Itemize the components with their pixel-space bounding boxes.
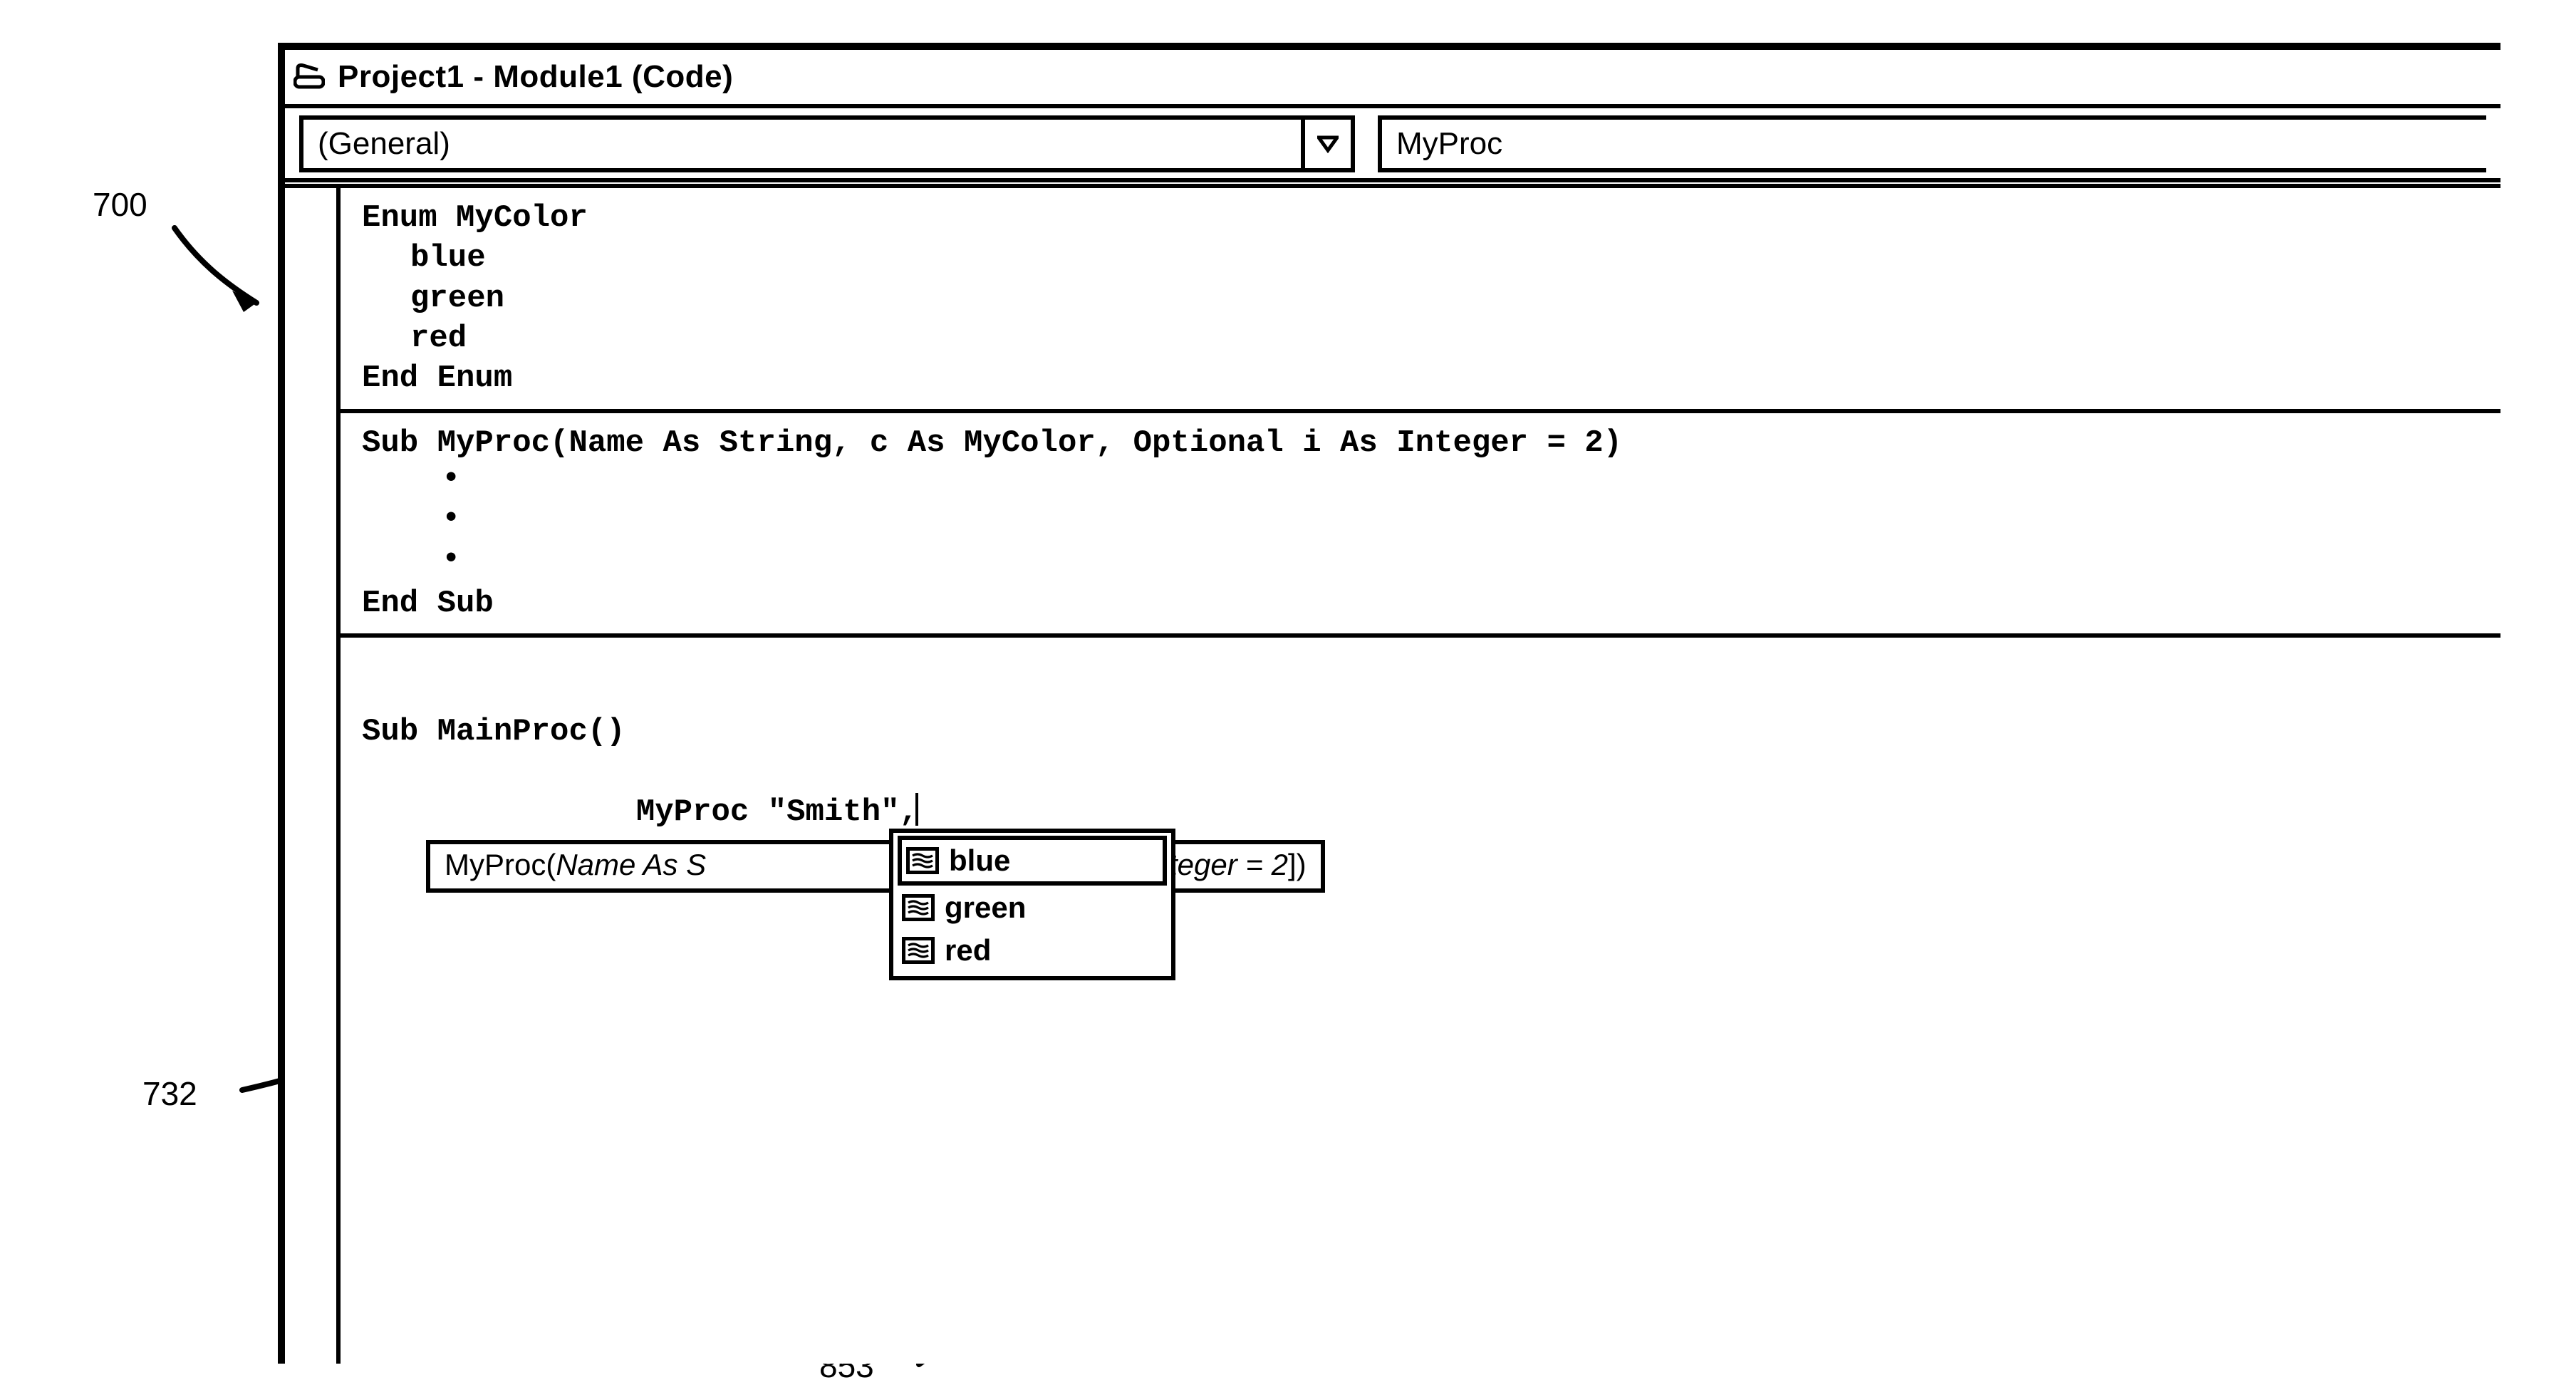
code-line[interactable]: Sub MainProc() [362, 712, 2479, 752]
list-item-label: blue [949, 841, 1010, 880]
code-line[interactable]: • [362, 503, 2479, 543]
list-item-label: green [945, 888, 1026, 927]
content-shell: Enum MyColor blue green red End Enum Sub… [285, 184, 2500, 1364]
system-menu-icon[interactable] [294, 63, 325, 91]
constant-icon [906, 847, 939, 874]
enum-block: Enum MyColor blue green red End Enum [341, 188, 2500, 413]
quickinfo-tooltip: MyProc( Name As S Color , [ i As Integer… [426, 840, 1325, 893]
code-line[interactable]: • [362, 544, 2479, 583]
constant-icon [902, 937, 935, 964]
code-line[interactable]: green [362, 279, 2479, 318]
list-item[interactable]: blue [898, 836, 1167, 886]
titlebar[interactable]: Project1 - Module1 (Code) [285, 50, 2500, 108]
object-combobox-text: (General) [303, 120, 1301, 168]
sub-myproc-block: Sub MyProc(Name As String, c As MyColor,… [341, 413, 2500, 638]
margin-indicator-bar[interactable] [285, 188, 341, 1364]
constant-icon [902, 894, 935, 921]
list-item[interactable]: green [898, 887, 1167, 928]
sub-mainproc-block: Sub MainProc() MyProc "Smith", MyProc( N… [341, 638, 2500, 883]
list-item-label: red [945, 931, 991, 970]
code-line[interactable]: End Enum [362, 358, 2479, 398]
tooltip-close: ]) [1288, 846, 1307, 884]
code-line[interactable]: Sub MyProc(Name As String, c As MyColor,… [362, 423, 2479, 463]
list-item[interactable]: red [898, 930, 1167, 971]
text-caret [915, 793, 918, 826]
code-line[interactable]: blue [362, 238, 2479, 278]
window-title: Project1 - Module1 (Code) [338, 59, 733, 95]
procedure-combobox[interactable]: MyProc [1378, 115, 2486, 172]
code-line[interactable]: red [362, 318, 2479, 358]
code-window: Project1 - Module1 (Code) (General) MyPr… [278, 43, 2500, 1364]
code-line[interactable]: Enum MyColor [362, 198, 2479, 238]
tooltip-param-1: Name As S [556, 846, 706, 884]
autocomplete-listbox[interactable]: blue green red [889, 829, 1175, 980]
callout-700: 700 [93, 185, 147, 224]
code-editor[interactable]: Enum MyColor blue green red End Enum Sub… [341, 188, 2500, 1364]
callout-732: 732 [142, 1074, 197, 1113]
declarations-toolbar: (General) MyProc [285, 108, 2500, 182]
code-line[interactable]: End Sub [362, 583, 2479, 623]
code-line[interactable]: • [362, 463, 2479, 503]
dropdown-arrow-icon[interactable] [1301, 120, 1351, 168]
object-combobox[interactable]: (General) [299, 115, 1355, 172]
tooltip-procname: MyProc( [445, 846, 556, 884]
procedure-combobox-text: MyProc [1382, 120, 1517, 168]
